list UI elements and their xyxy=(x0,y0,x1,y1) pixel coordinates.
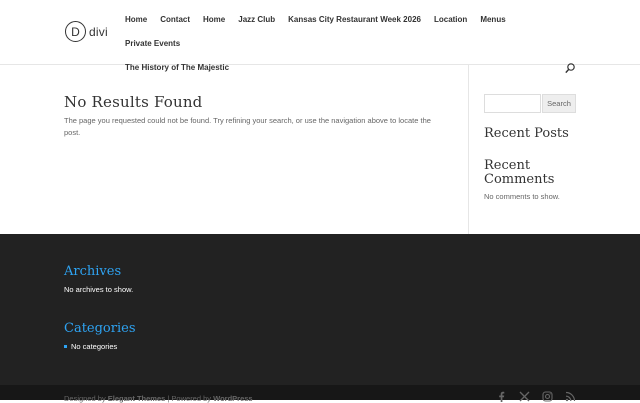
categories-list: No categories xyxy=(64,342,136,351)
page-title: No Results Found xyxy=(64,93,203,111)
main-area: No Results Found The page you requested … xyxy=(0,65,640,234)
sidebar-search-input[interactable] xyxy=(484,94,541,113)
recent-comments-title: Recent Comments xyxy=(484,158,555,187)
nav-item-restaurant-week[interactable]: Kansas City Restaurant Week 2026 xyxy=(288,14,421,38)
nav-item-home[interactable]: Home xyxy=(125,14,147,38)
x-icon[interactable] xyxy=(519,391,530,402)
footer-credits: Designed by Elegant Themes | Powered by … xyxy=(64,394,253,403)
facebook-icon[interactable] xyxy=(496,391,507,402)
logo-text: divi xyxy=(89,24,108,39)
sidebar-search-button[interactable]: Search xyxy=(542,94,576,113)
bullet-icon xyxy=(64,345,67,348)
recent-posts-title: Recent Posts xyxy=(484,126,569,141)
credits-separator: | Powered by xyxy=(165,394,214,403)
site-footer: Archives No archives to show. Categories… xyxy=(0,234,640,385)
categories-title: Categories xyxy=(64,321,136,336)
sidebar: Search Recent Posts Recent Comments No c… xyxy=(484,94,576,201)
recent-comments-text: No comments to show. xyxy=(484,192,560,201)
logo-mark: D xyxy=(65,21,86,42)
site-logo[interactable]: D divi xyxy=(65,21,108,42)
credits-prefix: Designed by xyxy=(64,394,108,403)
social-links xyxy=(484,391,576,402)
nav-item-jazz-club[interactable]: Jazz Club xyxy=(238,14,275,38)
footer-widgets: Archives No archives to show. Categories… xyxy=(64,264,136,351)
sidebar-divider xyxy=(468,65,469,234)
not-found-message: The page you requested could not be foun… xyxy=(64,116,431,137)
sidebar-search-form: Search xyxy=(484,94,576,113)
nav-item-home-2[interactable]: Home xyxy=(203,14,225,38)
nav-item-private-events[interactable]: Private Events xyxy=(125,38,180,62)
content-area: No Results Found The page you requested … xyxy=(64,93,444,139)
nav-item-contact[interactable]: Contact xyxy=(160,14,190,38)
elegant-themes-link[interactable]: Elegant Themes xyxy=(108,394,166,403)
list-item: No categories xyxy=(64,342,136,351)
category-label: No categories xyxy=(71,342,118,351)
archives-title: Archives xyxy=(64,264,122,279)
bottom-bar: Designed by Elegant Themes | Powered by … xyxy=(0,385,640,403)
nav-row-1: Home Contact Home Jazz Club Kansas City … xyxy=(125,14,555,62)
archives-text: No archives to show. xyxy=(64,285,134,294)
rss-icon[interactable] xyxy=(565,391,576,402)
wordpress-link[interactable]: WordPress xyxy=(213,394,252,403)
nav-item-location[interactable]: Location xyxy=(434,14,467,38)
nav-item-menus[interactable]: Menus xyxy=(480,14,505,38)
instagram-icon[interactable] xyxy=(542,391,553,402)
site-header: D divi Home Contact Home Jazz Club Kansa… xyxy=(0,0,640,74)
